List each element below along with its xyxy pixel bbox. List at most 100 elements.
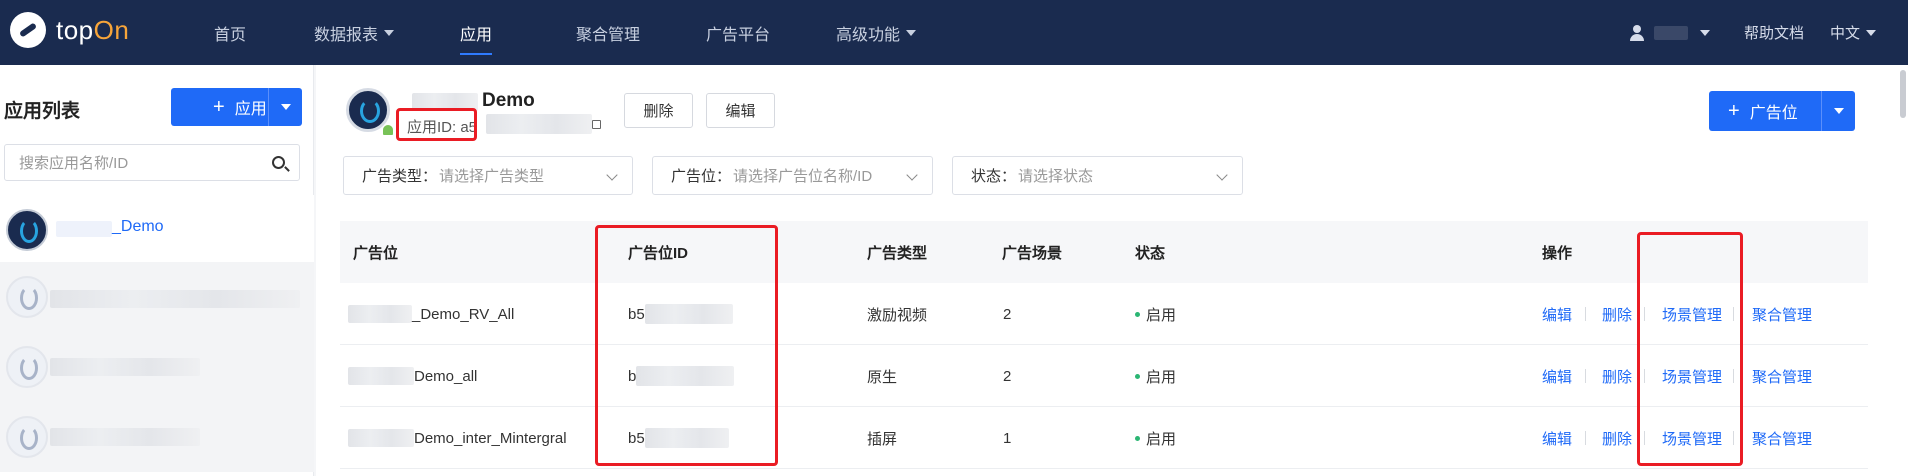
filter-label: 状态： bbox=[971, 168, 1017, 185]
app-list-title: 应用列表 bbox=[4, 101, 81, 122]
filter-ad-type[interactable]: 广告类型： 请选择广告类型 bbox=[343, 156, 633, 195]
topon-logo[interactable]: topOn bbox=[10, 12, 129, 48]
filter-label: 广告类型： bbox=[362, 168, 438, 185]
nav-home[interactable]: 首页 bbox=[214, 0, 246, 65]
app-icon bbox=[6, 346, 48, 388]
add-app-button[interactable]: + 应用 bbox=[171, 88, 302, 126]
divider bbox=[1585, 431, 1586, 445]
th-ad-type: 广告类型 bbox=[867, 244, 928, 262]
add-placement-label: 广告位 bbox=[1749, 105, 1798, 122]
edit-link[interactable]: 编辑 bbox=[1542, 345, 1572, 407]
filter-placeholder: 请选择状态 bbox=[1018, 168, 1094, 185]
delete-link[interactable]: 删除 bbox=[1602, 407, 1632, 469]
language-label: 中文 bbox=[1830, 25, 1861, 42]
chevron-down-icon bbox=[384, 29, 395, 36]
placement-name-cell: Demo_inter_Mintergral bbox=[348, 407, 567, 469]
filter-placeholder: 请选择广告位名称/ID bbox=[733, 168, 873, 185]
user-icon bbox=[1630, 24, 1644, 41]
delete-link[interactable]: 删除 bbox=[1602, 283, 1632, 345]
help-docs-link[interactable]: 帮助文档 bbox=[1744, 0, 1804, 65]
th-scenes: 广告场景 bbox=[1002, 244, 1063, 262]
status-badge: 启用 bbox=[1146, 306, 1177, 324]
edit-link[interactable]: 编辑 bbox=[1542, 283, 1572, 345]
android-icon bbox=[383, 125, 393, 135]
ad-type: 原生 bbox=[867, 368, 898, 386]
mediation-manage-link[interactable]: 聚合管理 bbox=[1752, 283, 1812, 345]
placement-name: _Demo_RV_All bbox=[412, 305, 515, 323]
nav-advanced[interactable]: 高级功能 bbox=[836, 0, 917, 65]
mediation-manage-link[interactable]: 聚合管理 bbox=[1752, 407, 1812, 469]
nav-reports[interactable]: 数据报表 bbox=[314, 0, 395, 65]
mediation-manage-link[interactable]: 聚合管理 bbox=[1752, 345, 1812, 407]
redacted-text bbox=[348, 429, 414, 447]
chevron-down-icon bbox=[1833, 108, 1844, 114]
th-actions: 操作 bbox=[1542, 244, 1573, 262]
add-app-dropdown[interactable] bbox=[268, 88, 302, 126]
app-id-redacted bbox=[486, 114, 592, 134]
placement-name: Demo_all bbox=[414, 367, 478, 385]
redacted-text bbox=[348, 367, 414, 385]
app-name: _Demo bbox=[112, 218, 164, 235]
chevron-down-icon bbox=[1216, 169, 1228, 181]
highlight-scene-manage-column bbox=[1637, 232, 1743, 466]
redacted-text bbox=[348, 305, 412, 323]
chevron-down-icon bbox=[280, 104, 291, 110]
nav-apps[interactable]: 应用 bbox=[460, 0, 493, 65]
delete-app-button[interactable]: 删除 bbox=[624, 93, 693, 128]
app-avatar-icon bbox=[346, 88, 390, 132]
nav-mediation[interactable]: 聚合管理 bbox=[576, 0, 640, 65]
plus-icon: + bbox=[1728, 99, 1740, 122]
chevron-down-icon bbox=[906, 169, 918, 181]
delete-link[interactable]: 删除 bbox=[1602, 345, 1632, 407]
add-placement-dropdown[interactable] bbox=[1821, 91, 1855, 131]
divider bbox=[1585, 307, 1586, 321]
divider bbox=[1585, 369, 1586, 383]
filter-label: 广告位： bbox=[671, 168, 732, 185]
app-list-item[interactable] bbox=[0, 332, 314, 402]
app-name-redacted bbox=[50, 358, 200, 376]
copy-icon[interactable] bbox=[592, 120, 601, 129]
th-status: 状态 bbox=[1135, 244, 1166, 262]
logo-text-accent: On bbox=[93, 14, 130, 45]
app-list-item-selected[interactable]: _Demo bbox=[0, 195, 314, 265]
plus-icon: + bbox=[213, 95, 225, 118]
edit-app-button[interactable]: 编辑 bbox=[706, 93, 775, 128]
user-menu[interactable] bbox=[1630, 0, 1710, 65]
filter-placement[interactable]: 广告位： 请选择广告位名称/ID bbox=[652, 156, 933, 195]
chevron-down-icon bbox=[606, 169, 618, 181]
search-placeholder: 搜索应用名称/ID bbox=[19, 155, 129, 172]
status-cell: 启用 bbox=[1135, 345, 1176, 407]
scene-count: 2 bbox=[1003, 305, 1012, 323]
status-badge: 启用 bbox=[1146, 368, 1177, 386]
scrollbar[interactable] bbox=[1900, 70, 1906, 118]
th-placement: 广告位 bbox=[353, 244, 399, 262]
app-name-redacted bbox=[50, 428, 200, 446]
highlight-placement-id-column bbox=[595, 225, 778, 466]
app-title: Demo bbox=[482, 90, 535, 111]
search-icon[interactable] bbox=[272, 156, 285, 169]
add-app-label: 应用 bbox=[234, 101, 267, 118]
chevron-down-icon bbox=[1866, 29, 1877, 36]
edit-link[interactable]: 编辑 bbox=[1542, 407, 1572, 469]
language-select[interactable]: 中文 bbox=[1830, 0, 1877, 65]
app-name-redacted bbox=[56, 221, 112, 237]
filter-status[interactable]: 状态： 请选择状态 bbox=[952, 156, 1243, 195]
app-list-item[interactable] bbox=[0, 262, 314, 332]
chevron-down-icon bbox=[906, 29, 917, 36]
app-list-item[interactable] bbox=[0, 402, 314, 472]
app-search-input[interactable]: 搜索应用名称/ID bbox=[4, 144, 300, 181]
nav-reports-label: 数据报表 bbox=[314, 26, 379, 44]
ad-type: 激励视频 bbox=[867, 306, 928, 324]
status-dot-icon bbox=[1135, 311, 1140, 317]
add-placement-button[interactable]: + 广告位 bbox=[1709, 91, 1855, 131]
nav-ad-platforms[interactable]: 广告平台 bbox=[706, 0, 770, 65]
top-navbar: topOn 首页 数据报表 应用 聚合管理 广告平台 高级功能 帮助文档 中文 bbox=[0, 0, 1908, 65]
placement-name: Demo_inter_Mintergral bbox=[414, 429, 567, 447]
status-badge: 启用 bbox=[1146, 430, 1177, 448]
filter-placeholder: 请选择广告类型 bbox=[439, 168, 545, 185]
placement-name-cell: Demo_all bbox=[348, 345, 477, 407]
nav-advanced-label: 高级功能 bbox=[836, 26, 901, 44]
username-redacted bbox=[1654, 25, 1688, 40]
status-dot-icon bbox=[1135, 435, 1140, 441]
app-icon bbox=[6, 209, 48, 251]
